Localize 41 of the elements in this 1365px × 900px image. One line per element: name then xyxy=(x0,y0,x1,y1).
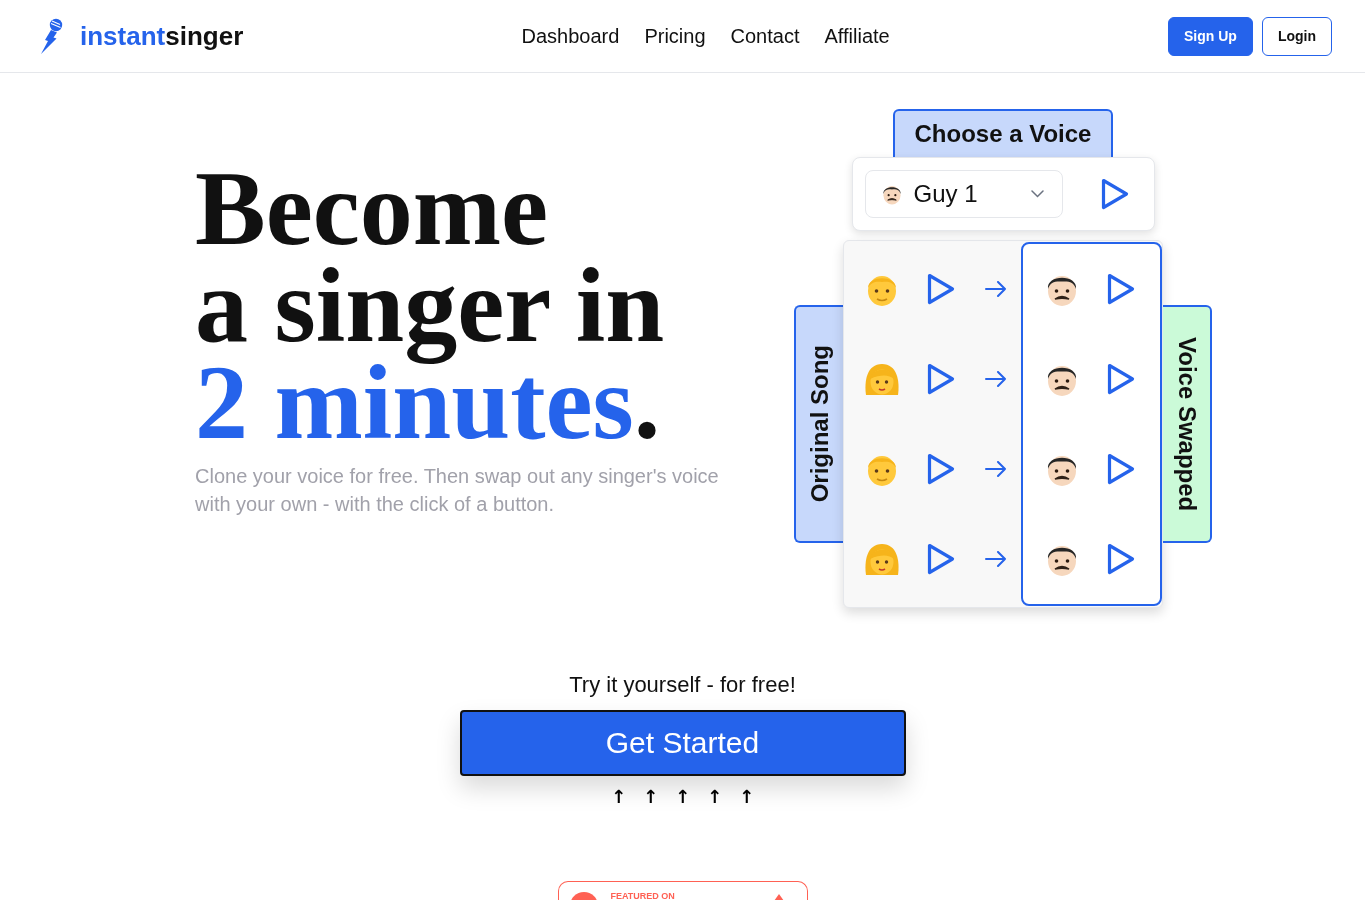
panel-label: Voice Swapped xyxy=(1172,336,1201,512)
woman-face-icon xyxy=(864,541,900,577)
right-arrow-icon xyxy=(985,551,1007,567)
cta-prompt: Try it yourself - for free! xyxy=(569,672,796,698)
play-icon[interactable] xyxy=(927,273,955,305)
play-icon[interactable] xyxy=(927,363,955,395)
logo-text[interactable]: instantsinger xyxy=(80,20,244,52)
nav-link[interactable]: Pricing xyxy=(644,24,706,48)
hero-subtitle: Clone your voice for free. Then swap out any singer's voice with your own - with the click of a button. xyxy=(195,464,720,517)
signup-button[interactable]: Sign Up xyxy=(1168,16,1253,56)
microphone-icon xyxy=(40,18,63,54)
mustache-man-face-icon xyxy=(880,183,903,205)
play-icon[interactable] xyxy=(1100,178,1129,210)
woman-face-icon xyxy=(864,361,900,397)
right-arrow-icon xyxy=(985,461,1007,477)
play-icon[interactable] xyxy=(927,543,955,575)
circle-logo-icon xyxy=(569,892,598,900)
login-button[interactable]: Login xyxy=(1261,16,1332,56)
right-arrow-icon xyxy=(985,371,1007,387)
play-icon[interactable] xyxy=(1107,543,1135,575)
up-arrow-icon: ↑ xyxy=(705,788,724,806)
play-icon[interactable] xyxy=(1107,363,1135,395)
get-started-button[interactable]: Get Started xyxy=(459,710,906,776)
hero-headline: Become a singer in 2 minutes. xyxy=(195,160,666,451)
right-arrow-icon xyxy=(985,281,1007,297)
chevron-down-icon xyxy=(1030,190,1044,198)
up-arrow-icon: ↑ xyxy=(737,788,756,806)
up-arrow-icon: ↑ xyxy=(609,788,628,806)
nav-link[interactable]: Dashboard xyxy=(521,24,620,48)
up-arrow-icon: ↑ xyxy=(673,788,692,806)
play-icon[interactable] xyxy=(1107,273,1135,305)
voice-select[interactable]: Guy 1 xyxy=(864,170,1063,218)
badge-text: FEATURED ON xyxy=(610,892,675,900)
play-icon[interactable] xyxy=(1107,453,1135,485)
voice-picker-title: Choose a Voice xyxy=(892,109,1114,157)
up-arrow-icon: ↑ xyxy=(641,788,660,806)
play-icon[interactable] xyxy=(927,453,955,485)
triangle-icon xyxy=(773,894,784,900)
panel-label: Original Song xyxy=(805,345,834,503)
nav-link[interactable]: Affiliate xyxy=(824,24,890,48)
nav-link[interactable]: Contact xyxy=(730,24,800,48)
